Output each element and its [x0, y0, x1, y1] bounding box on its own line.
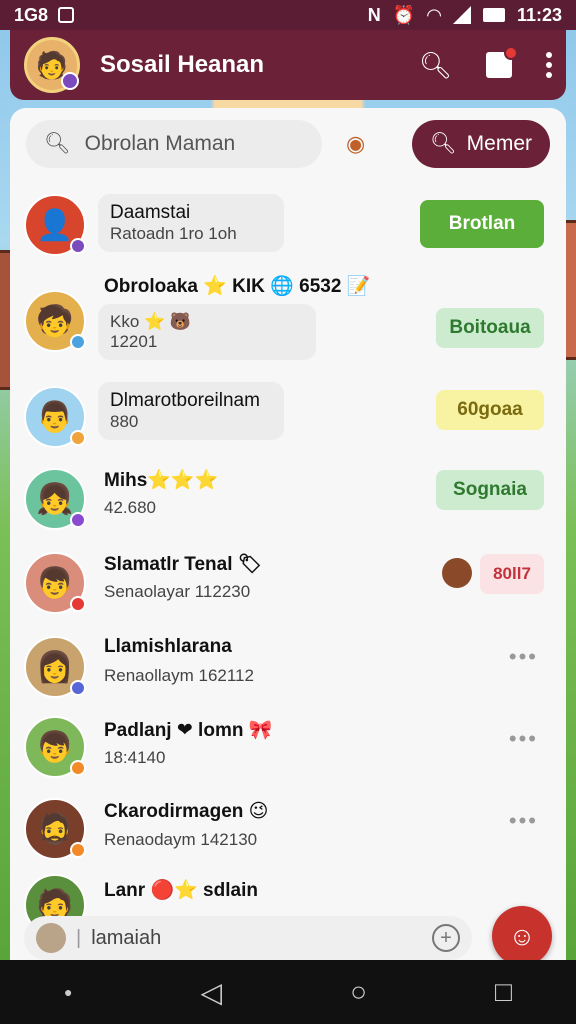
search-icon: 🔍︎	[429, 132, 457, 155]
avatar: 🧔	[24, 798, 86, 860]
chat-list: 👤 Daamstai Ratoadn 1ro 1oh Brotlan 🧒 Obr…	[10, 186, 566, 936]
notification-dot	[504, 46, 518, 60]
chat-preview-secondary: 12201	[110, 332, 158, 351]
status-badge	[70, 430, 86, 446]
status-badge	[70, 238, 86, 254]
chat-panel: 🔍︎ Obrolan Maman ◉ 🔍︎ Memer 👤 Daamstai R…	[10, 108, 566, 960]
list-item[interactable]: 🧔 Ckarodirmagen 😉 Renaodaym 142130 •••	[10, 794, 566, 874]
chat-preview: Senaolayar 112230	[104, 582, 251, 601]
member-search-button[interactable]: 🔍︎ Memer	[412, 120, 550, 168]
avatar: 🧒	[24, 290, 86, 352]
member-button-label: Memer	[466, 132, 532, 155]
chat-tag[interactable]: Boitoaua	[436, 308, 544, 348]
chat-preview: 18:4140	[104, 748, 166, 767]
status-left-text: 1G8	[14, 4, 49, 25]
chat-preview: Renaodaym 142130	[104, 830, 258, 849]
list-item[interactable]: 🧑 Lanr 🔴⭐ sdlain	[10, 874, 566, 936]
battery-icon	[482, 8, 505, 22]
chat-name: Mihs⭐⭐⭐	[104, 470, 219, 491]
chat-tag[interactable]: Brotlan	[420, 200, 544, 248]
avatar: 👧	[24, 468, 86, 530]
search-row: 🔍︎ Obrolan Maman ◉ 🔍︎ Memer	[10, 108, 566, 180]
new-chat-button[interactable]: ☺	[492, 906, 552, 966]
list-item[interactable]: 👩 Llamishlarana Renaollaym 162112 •••	[10, 628, 566, 710]
recents-icon[interactable]: □	[495, 976, 512, 1008]
message-bubble: Kko ⭐ 🐻 12201	[98, 304, 316, 360]
search-icon[interactable]: 🔍︎	[419, 50, 452, 81]
location-pin-icon[interactable]: ◉	[346, 131, 365, 157]
chat-tag[interactable]: 80ll7	[480, 554, 544, 594]
more-options-icon[interactable]: •••	[509, 644, 538, 670]
status-bar: 1G8 N ⏰ ◠ 11:23	[0, 0, 576, 30]
status-time: 11:23	[516, 4, 562, 25]
list-item[interactable]: 👦 Slamatlr Tenal 🏷 Senaolayar 112230 80l…	[10, 544, 566, 628]
chat-name: Padlanj ❤ lomn 🎀	[104, 720, 273, 741]
add-attachment-icon[interactable]: +	[432, 924, 460, 952]
search-placeholder: Obrolan Maman	[84, 132, 236, 155]
more-options-icon[interactable]: •••	[509, 808, 538, 834]
contact-mini-avatar	[442, 558, 472, 588]
chat-preview: Renaollaym 162112	[104, 666, 254, 685]
avatar: 👩	[24, 636, 86, 698]
chat-preview: Ratoadn 1ro 1oh	[110, 224, 237, 243]
wifi-icon: ◠	[427, 4, 441, 25]
back-icon[interactable]: ◁	[201, 976, 223, 1009]
status-badge	[70, 842, 86, 858]
app-header: 🧑 Sosail Heanan 🔍︎	[10, 30, 566, 100]
list-item[interactable]: 🧒 Obroloaka ⭐ KIK 🌐 6532 📝 Kko ⭐ 🐻 12201…	[10, 268, 566, 378]
chat-name: Llamishlarana	[104, 636, 232, 657]
chat-name: Daamstai	[110, 202, 191, 223]
list-item[interactable]: 👨 Dlmarotboreilnam 880 60goaa	[10, 378, 566, 460]
avatar: 👦	[24, 552, 86, 614]
message-bubble: Dlmarotboreilnam 880	[98, 382, 284, 440]
more-options-icon[interactable]: •••	[509, 726, 538, 752]
list-item[interactable]: 👧 Mihs⭐⭐⭐ 42.680 Sognaia	[10, 460, 566, 544]
chat-name: Lanr 🔴⭐ sdlain	[104, 880, 258, 901]
message-bubble: Daamstai Ratoadn 1ro 1oh	[98, 194, 284, 252]
page-title: Sosail Heanan	[100, 51, 265, 78]
chat-name: Obroloaka ⭐ KIK 🌐 6532 📝	[104, 276, 371, 297]
signal-icon	[452, 6, 471, 24]
message-input[interactable]: | lamaiah +	[24, 916, 472, 960]
alarm-icon: ⏰	[392, 4, 416, 25]
nav-dot-icon: ●	[64, 984, 73, 1000]
status-badge	[70, 760, 86, 776]
chat-preview: 880	[110, 412, 139, 431]
status-badge	[70, 680, 86, 696]
chat-name: Slamatlr Tenal 🏷	[104, 554, 262, 575]
status-badge	[70, 512, 86, 528]
notification-icon	[58, 7, 75, 23]
chat-preview: Kko ⭐ 🐻	[110, 312, 192, 331]
status-badge	[70, 334, 86, 350]
chat-tag[interactable]: 60goaa	[436, 390, 544, 430]
chat-name: Dlmarotboreilnam	[110, 390, 260, 411]
more-menu-icon[interactable]	[546, 52, 552, 78]
chat-tag[interactable]: Sognaia	[436, 470, 544, 510]
search-icon: 🔍︎	[44, 132, 71, 155]
status-badge	[70, 596, 86, 612]
list-item[interactable]: 👦 Padlanj ❤ lomn 🎀 18:4140 •••	[10, 710, 566, 794]
profile-level-badge	[61, 72, 79, 90]
input-cursor: |	[76, 926, 82, 949]
notifications-icon[interactable]	[486, 46, 518, 78]
avatar: 👤	[24, 194, 86, 256]
nfc-icon: N	[367, 4, 381, 25]
message-input-placeholder: lamaiah	[91, 926, 162, 949]
list-item[interactable]: 👤 Daamstai Ratoadn 1ro 1oh Brotlan	[10, 186, 566, 268]
home-icon[interactable]: ○	[350, 976, 367, 1008]
chat-preview: 42.680	[104, 498, 156, 517]
android-nav-bar: ● ◁ ○ □	[0, 960, 576, 1024]
search-input[interactable]: 🔍︎ Obrolan Maman	[26, 120, 322, 168]
profile-avatar[interactable]: 🧑	[24, 37, 80, 93]
avatar: 👨	[24, 386, 86, 448]
chat-name: Ckarodirmagen 😉	[104, 801, 269, 822]
user-avatar-small	[36, 923, 66, 953]
avatar: 👦	[24, 716, 86, 778]
